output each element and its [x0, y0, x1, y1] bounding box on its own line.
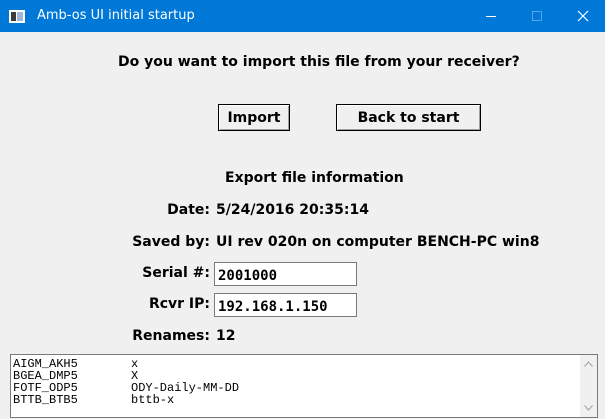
rename-name: bttb-x	[131, 393, 175, 407]
window-title: Amb-os UI initial startup	[37, 8, 195, 23]
renames-count: 12	[216, 328, 236, 344]
serial-number-field[interactable]	[214, 262, 357, 286]
maximize-button[interactable]	[514, 0, 560, 32]
renames-label: Renames:	[132, 328, 210, 344]
minimize-icon	[486, 16, 496, 17]
receiver-ip-field[interactable]	[214, 293, 357, 317]
import-prompt: Do you want to import this file from you…	[118, 54, 520, 70]
export-info-heading: Export file information	[225, 170, 404, 186]
date-label: Date:	[167, 202, 210, 218]
import-button[interactable]: Import	[218, 104, 290, 131]
close-button[interactable]	[560, 0, 605, 32]
renames-list[interactable]: AIGM_AKH5 x BGEA_DMP5 X FOTF_ODP5 ODY-Da…	[10, 354, 598, 418]
saved-by-label: Saved by:	[132, 234, 210, 250]
date-value: 5/24/2016 20:35:14	[216, 202, 369, 218]
rcvr-ip-label: Rcvr IP:	[148, 296, 210, 312]
dialog-window: Amb-os UI initial startup Do you want to…	[0, 0, 605, 419]
title-bar[interactable]: Amb-os UI initial startup	[0, 0, 605, 32]
close-icon	[577, 10, 589, 22]
app-icon	[9, 10, 25, 23]
maximize-icon	[532, 11, 542, 21]
rename-code: BTTB_BTB5	[13, 393, 78, 407]
serial-label: Serial #:	[142, 265, 210, 281]
scroll-down-arrow-icon[interactable]	[584, 405, 593, 411]
saved-by-value: UI rev 020n on computer BENCH-PC win8	[216, 234, 540, 250]
back-to-start-button[interactable]: Back to start	[336, 104, 481, 131]
vertical-scrollbar[interactable]	[580, 355, 597, 417]
scroll-up-arrow-icon[interactable]	[584, 361, 593, 367]
minimize-button[interactable]	[468, 0, 514, 32]
